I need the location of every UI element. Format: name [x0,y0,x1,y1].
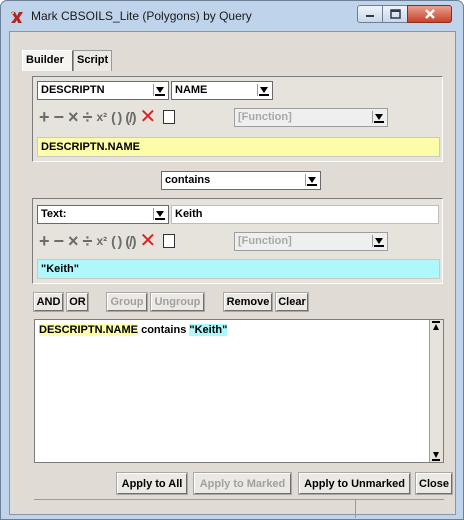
parentheses-icon[interactable]: ( ) [111,108,122,126]
multiply-icon[interactable]: × [68,232,79,250]
left-expression-field[interactable]: DESCRIPTN.NAME [37,137,440,157]
group-button[interactable]: Group [106,292,148,312]
minus-icon[interactable]: − [54,232,65,250]
delete-icon[interactable]: ✕ [140,231,157,251]
window-title: Mark CBSOILS_Lite (Polygons) by Query [31,9,252,23]
multiply-icon[interactable]: × [68,108,79,126]
chevron-down-icon [153,84,166,96]
parentheses-icon[interactable]: ( ) [111,232,122,250]
chevron-down-icon [305,174,318,186]
chevron-down-icon [372,111,385,123]
apply-to-marked-button[interactable]: Apply to Marked [193,472,292,495]
query-text: DESCRIPTN.NAME contains "Keith" [39,324,228,336]
operator-toolbar: + − × ÷ x² ( ) (/) ✕ [39,231,183,251]
maximize-button[interactable] [382,5,408,23]
vertical-scrollbar[interactable] [429,320,443,462]
and-button[interactable]: AND [33,292,64,312]
close-button[interactable]: Close [415,472,453,495]
status-cell-secondary [356,500,444,518]
chevron-down-icon [257,84,270,96]
name-dropdown-value: NAME [175,84,208,96]
title-bar[interactable]: Mark CBSOILS_Lite (Polygons) by Query [1,1,463,31]
plus-icon[interactable]: + [39,232,50,250]
value-type-dropdown-value: Text: [41,208,67,220]
delete-icon[interactable]: ✕ [140,107,157,127]
clear-button[interactable]: Clear [275,292,309,312]
minimize-icon [366,15,374,17]
no-parentheses-icon[interactable]: (/) [125,232,136,250]
scroll-up-icon[interactable] [430,320,442,332]
app-icon [11,11,23,23]
left-expression-group: DESCRIPTN NAME + − × ÷ x² ( ) (/) ✕ [Fun… [32,76,443,162]
query-right-operand: "Keith" [189,324,228,336]
power-icon[interactable]: x² [96,108,107,126]
minimize-button[interactable] [357,5,383,23]
tab-script[interactable]: Script [73,50,112,71]
chevron-down-icon [153,208,166,220]
query-left-operand: DESCRIPTN.NAME [39,324,139,336]
no-parentheses-icon[interactable]: (/) [125,108,136,126]
query-text-area[interactable]: DESCRIPTN.NAME contains "Keith" [34,319,444,463]
name-dropdown[interactable]: NAME [171,81,273,100]
or-button[interactable]: OR [66,292,89,312]
document-icon[interactable] [163,110,176,124]
field-dropdown[interactable]: DESCRIPTN [37,81,169,100]
apply-to-unmarked-button[interactable]: Apply to Unmarked [298,472,411,495]
divide-icon[interactable]: ÷ [83,108,93,126]
query-operator: contains [141,324,187,336]
status-bar [34,499,444,518]
function-dropdown[interactable]: [Function] [234,232,388,251]
close-window-button[interactable] [407,5,452,23]
ungroup-button[interactable]: Ungroup [150,292,205,312]
operator-toolbar: + − × ÷ x² ( ) (/) ✕ [39,107,183,127]
status-cell-main [34,500,356,518]
value-type-dropdown[interactable]: Text: [37,205,169,224]
function-dropdown-value: [Function] [238,111,292,123]
apply-to-all-button[interactable]: Apply to All [116,472,188,495]
maximize-icon [389,9,401,19]
operator-dropdown[interactable]: contains [161,171,321,190]
scroll-down-icon[interactable] [430,450,442,462]
value-input[interactable]: Keith [171,205,439,224]
function-dropdown[interactable]: [Function] [234,108,388,127]
field-dropdown-value: DESCRIPTN [41,84,105,96]
power-icon[interactable]: x² [96,232,107,250]
tab-builder[interactable]: Builder [22,50,73,71]
divide-icon[interactable]: ÷ [83,232,93,250]
chevron-down-icon [372,235,385,247]
remove-button[interactable]: Remove [223,292,273,312]
dialog-window: Mark CBSOILS_Lite (Polygons) by Query Bu… [0,0,464,520]
operator-dropdown-value: contains [165,174,211,186]
close-icon [424,9,435,19]
document-icon[interactable] [163,234,176,248]
right-expression-field[interactable]: "Keith" [37,259,440,279]
plus-icon[interactable]: + [39,108,50,126]
minus-icon[interactable]: − [54,108,65,126]
function-dropdown-value: [Function] [238,235,292,247]
right-expression-group: Text: Keith + − × ÷ x² ( ) (/) ✕ [Functi… [32,198,443,284]
